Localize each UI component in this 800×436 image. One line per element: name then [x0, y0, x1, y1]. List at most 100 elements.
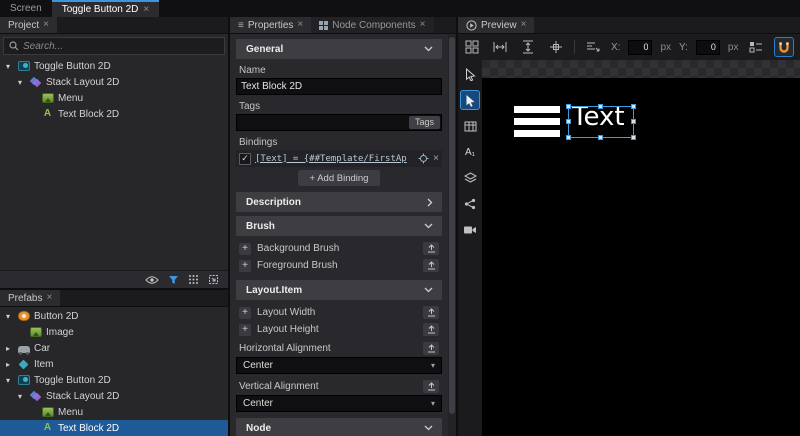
tree-item[interactable]: ▾ Stack Layout 2D	[0, 74, 228, 90]
tree-item[interactable]: Image	[0, 324, 228, 340]
expand-arrow-icon[interactable]: ▾	[15, 392, 25, 401]
push-to-prefab-icon[interactable]	[423, 306, 439, 319]
property-row-layout-width[interactable]: Layout Width	[236, 304, 442, 321]
horizontal-alignment-select[interactable]: Center	[236, 357, 442, 374]
selection-handle[interactable]	[566, 135, 571, 140]
align-snap-icon[interactable]	[583, 37, 603, 57]
binding-row[interactable]: [Text] = {##Template/FirstAp	[236, 150, 442, 167]
scrollbar-thumb[interactable]	[449, 37, 455, 414]
text-block-2d-icon	[41, 422, 54, 434]
property-row-layout-height[interactable]: Layout Height	[236, 321, 442, 338]
selection-handle[interactable]	[631, 119, 636, 124]
tree-item[interactable]: ▾ Toggle Button 2D	[0, 58, 228, 74]
distribute-horizontal-icon[interactable]	[490, 37, 510, 57]
visibility-eye-icon[interactable]	[145, 275, 159, 285]
close-icon[interactable]	[46, 293, 52, 303]
expand-arrow-icon[interactable]: ▾	[3, 312, 13, 321]
tab-screen[interactable]: Screen	[0, 0, 52, 17]
properties-menu-icon[interactable]	[238, 20, 244, 31]
close-icon[interactable]	[521, 20, 527, 30]
tab-prefabs[interactable]: Prefabs	[0, 290, 60, 306]
expand-arrow-icon[interactable]: ▾	[15, 78, 25, 87]
expand-arrow-icon[interactable]: ▾	[3, 62, 13, 71]
expand-arrow-icon[interactable]: ▸	[3, 360, 13, 369]
selection-handle[interactable]	[566, 119, 571, 124]
tree-item[interactable]: Text Block 2D	[0, 106, 228, 122]
close-icon[interactable]	[43, 20, 49, 30]
text-tool-icon[interactable]	[460, 142, 480, 162]
snap-magnet-icon[interactable]	[774, 37, 794, 57]
add-property-icon[interactable]	[239, 243, 251, 255]
tab-properties[interactable]: Properties	[230, 17, 311, 33]
tab-toggle-button-2d[interactable]: Toggle Button 2D	[52, 0, 160, 17]
snap-pointer-icon[interactable]	[460, 64, 480, 84]
tree-item[interactable]: ▾ Stack Layout 2D	[0, 388, 228, 404]
layout-list-icon[interactable]	[746, 37, 766, 57]
y-coordinate-input[interactable]	[696, 40, 720, 55]
tree-item[interactable]: ▾ Toggle Button 2D	[0, 372, 228, 388]
binding-checkbox[interactable]	[239, 153, 251, 165]
layers-icon[interactable]	[460, 168, 480, 188]
push-to-prefab-icon[interactable]	[423, 342, 439, 355]
selection-handle[interactable]	[631, 104, 636, 109]
selection-box[interactable]	[568, 106, 634, 138]
vertical-alignment-select[interactable]: Center	[236, 395, 442, 412]
close-icon[interactable]	[297, 20, 303, 30]
selection-handle[interactable]	[631, 135, 636, 140]
tree-item[interactable]: ▾ Button 2D	[0, 308, 228, 324]
toggle-button-2d-icon	[17, 374, 30, 386]
push-to-prefab-icon[interactable]	[423, 242, 439, 255]
scrollbar[interactable]	[448, 35, 456, 436]
section-header-general[interactable]: General	[236, 39, 442, 59]
tree-item-selected[interactable]: Text Block 2D	[0, 420, 228, 436]
grid-table-icon[interactable]	[460, 116, 480, 136]
x-coordinate-input[interactable]	[628, 40, 652, 55]
add-property-icon[interactable]	[239, 324, 251, 336]
remove-binding-icon[interactable]	[433, 154, 439, 164]
push-to-prefab-icon[interactable]	[423, 380, 439, 393]
tree-item[interactable]: Menu	[0, 404, 228, 420]
preview-canvas[interactable]: Text	[482, 60, 800, 436]
add-binding-button[interactable]: + Add Binding	[298, 170, 381, 186]
select-tool-icon[interactable]	[460, 90, 480, 110]
thumbnail-grid-icon[interactable]	[188, 274, 199, 285]
center-anchor-icon[interactable]	[546, 37, 566, 57]
close-icon[interactable]	[143, 5, 149, 15]
search-input[interactable]	[23, 41, 219, 52]
property-row-foreground-brush[interactable]: Foreground Brush	[236, 257, 442, 274]
tags-button[interactable]: Tags	[409, 116, 440, 129]
grid-icon[interactable]	[462, 37, 482, 57]
node-graph-icon[interactable]	[460, 194, 480, 214]
close-icon[interactable]	[420, 20, 426, 30]
tab-preview[interactable]: Preview	[458, 17, 534, 33]
filter-icon[interactable]	[168, 275, 179, 285]
selection-handle[interactable]	[598, 135, 603, 140]
camera-icon[interactable]	[460, 220, 480, 240]
tab-node-components[interactable]: Node Components	[311, 17, 433, 33]
section-header-layout-item[interactable]: Layout.Item	[236, 280, 442, 300]
tree-item[interactable]: ▸ Car	[0, 340, 228, 356]
selection-handle[interactable]	[598, 104, 603, 109]
tab-screen-label: Screen	[10, 3, 42, 14]
expand-arrow-icon[interactable]: ▾	[3, 376, 13, 385]
binding-expression[interactable]: [Text] = {##Template/FirstAp	[255, 154, 414, 164]
expand-panel-icon[interactable]	[208, 274, 219, 285]
binding-target-icon[interactable]	[418, 153, 429, 164]
expand-arrow-icon[interactable]: ▸	[3, 344, 13, 353]
add-property-icon[interactable]	[239, 307, 251, 319]
distribute-vertical-icon[interactable]	[518, 37, 538, 57]
tree-item-label: Text Block 2D	[58, 109, 119, 120]
section-header-description[interactable]: Description	[236, 192, 442, 212]
push-to-prefab-icon[interactable]	[423, 259, 439, 272]
name-input[interactable]	[236, 78, 442, 95]
section-header-node[interactable]: Node	[236, 418, 442, 436]
selection-handle[interactable]	[566, 104, 571, 109]
property-row-background-brush[interactable]: Background Brush	[236, 240, 442, 257]
section-header-brush[interactable]: Brush	[236, 216, 442, 236]
tree-item[interactable]: ▸ Item	[0, 356, 228, 372]
push-to-prefab-icon[interactable]	[423, 323, 439, 336]
add-property-icon[interactable]	[239, 260, 251, 272]
tab-project[interactable]: Project	[0, 17, 57, 33]
tree-item[interactable]: Menu	[0, 90, 228, 106]
menu-image[interactable]	[514, 106, 560, 137]
